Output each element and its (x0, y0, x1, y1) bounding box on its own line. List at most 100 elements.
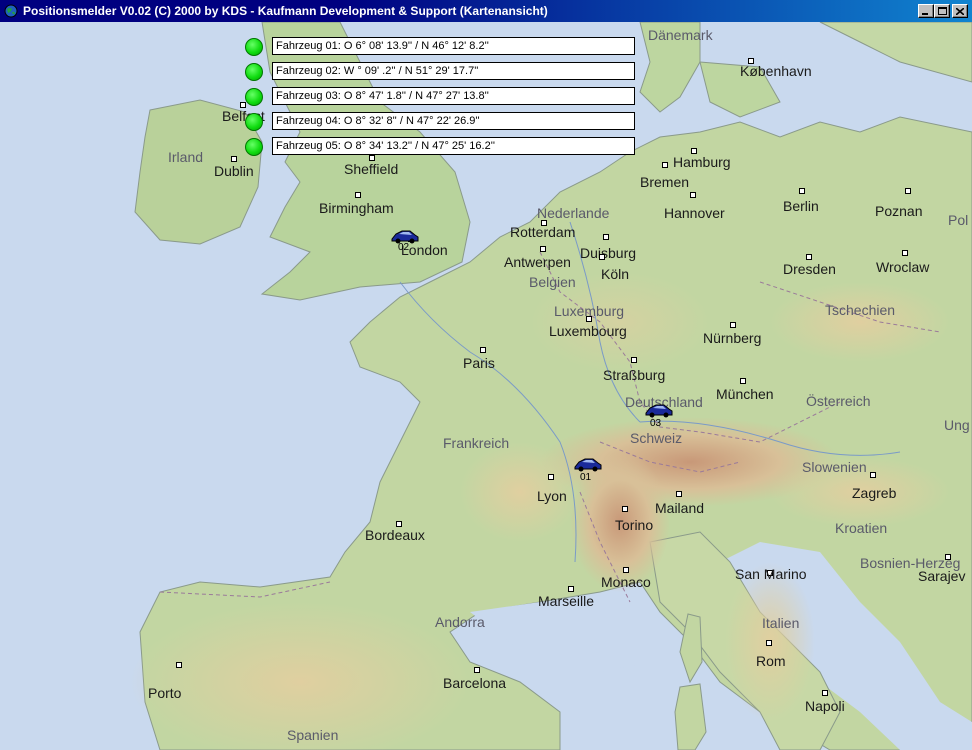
city-marker (806, 254, 812, 260)
city-label: Bordeaux (365, 527, 425, 543)
city-marker (822, 690, 828, 696)
city-marker (799, 188, 805, 194)
status-light-icon (245, 113, 263, 131)
city-label: Lyon (537, 488, 567, 504)
vehicle-position-field: Fahrzeug 04: O 8° 32' 8'' / N 47° 22' 26… (272, 112, 635, 130)
country-label: Irland (168, 149, 204, 165)
country-label: Kroatien (835, 520, 888, 536)
vehicle-position-field: Fahrzeug 05: O 8° 34' 13.2'' / N 47° 25'… (272, 137, 635, 155)
city-label: München (716, 386, 774, 402)
close-button[interactable] (952, 4, 968, 18)
city-marker (945, 554, 951, 560)
map-view[interactable]: Dänemark Irland Nederlande Belgien Luxem… (0, 22, 972, 750)
city-label: Sheffield (344, 161, 399, 177)
country-label: Frankreich (443, 435, 510, 451)
city-label: Mailand (655, 500, 705, 516)
city-marker (231, 156, 237, 162)
country-label: Belgien (529, 274, 576, 290)
city-label: København (740, 63, 812, 79)
city-marker (480, 347, 486, 353)
city-marker (905, 188, 911, 194)
vehicle-row-01[interactable]: Fahrzeug 01: O 6° 08' 13.9'' / N 46° 12'… (245, 37, 645, 57)
country-label: Slowenien (802, 459, 867, 475)
close-icon (956, 7, 964, 15)
title-bar[interactable]: Positionsmelder V0.02 (C) 2000 by KDS - … (0, 0, 972, 22)
city-marker (902, 250, 908, 256)
city-label: Birmingham (319, 200, 394, 216)
city-label: Rotterdam (510, 224, 576, 240)
city-marker (355, 192, 361, 198)
city-label: Straßburg (603, 367, 666, 383)
city-marker (662, 162, 668, 168)
city-label: Paris (463, 355, 495, 371)
city-label: Poznan (875, 203, 923, 219)
city-label: Antwerpen (504, 254, 571, 270)
city-label: San Marino (735, 566, 807, 582)
city-label: Köln (601, 266, 630, 282)
vehicle-row-04[interactable]: Fahrzeug 04: O 8° 32' 8'' / N 47° 22' 26… (245, 112, 645, 132)
city-label: Zagreb (852, 485, 897, 501)
city-label: Dresden (783, 261, 836, 277)
globe-icon (4, 4, 18, 18)
city-marker (631, 357, 637, 363)
country-label: Österreich (806, 393, 871, 409)
city-label: Hannover (664, 205, 725, 221)
status-light-icon (245, 63, 263, 81)
country-label: Ung (944, 417, 970, 433)
status-light-icon (245, 138, 263, 156)
minimize-button[interactable] (918, 4, 934, 18)
city-marker (474, 667, 480, 673)
maximize-button[interactable] (934, 4, 950, 18)
city-marker (176, 662, 182, 668)
vehicle-marker-number: 02 (398, 242, 410, 253)
city-marker (540, 246, 546, 252)
city-label: Napoli (805, 698, 845, 714)
city-label: Porto (148, 685, 182, 701)
city-label: Bremen (640, 174, 690, 190)
city-marker (548, 474, 554, 480)
city-label: Sarajev (918, 568, 966, 584)
city-marker (623, 567, 629, 573)
city-label: Wroclaw (876, 259, 930, 275)
city-marker (622, 506, 628, 512)
vehicle-position-field: Fahrzeug 02: W ° 09' .2'' / N 51° 29' 17… (272, 62, 635, 80)
city-marker (586, 316, 592, 322)
status-light-icon (245, 88, 263, 106)
vehicle-marker-number: 03 (650, 418, 662, 429)
vehicle-row-03[interactable]: Fahrzeug 03: O 8° 47' 1.8'' / N 47° 27' … (245, 87, 645, 107)
country-label: Spanien (287, 727, 339, 743)
status-light-icon (245, 38, 263, 56)
city-marker (870, 472, 876, 478)
country-label: Italien (762, 615, 800, 631)
city-label: Torino (615, 517, 654, 533)
vehicle-row-05[interactable]: Fahrzeug 05: O 8° 34' 13.2'' / N 47° 25'… (245, 137, 645, 157)
country-label: Dänemark (648, 27, 713, 43)
minimize-icon (922, 12, 928, 15)
window-title: Positionsmelder V0.02 (C) 2000 by KDS - … (23, 4, 548, 18)
city-marker (568, 586, 574, 592)
maximize-icon (937, 7, 947, 15)
city-label: Luxembourg (549, 323, 627, 339)
vehicle-marker-number: 01 (580, 472, 592, 483)
city-marker (766, 640, 772, 646)
vehicle-row-02[interactable]: Fahrzeug 02: W ° 09' .2'' / N 51° 29' 17… (245, 62, 645, 82)
city-label: Dublin (214, 163, 254, 179)
vehicle-position-field: Fahrzeug 01: O 6° 08' 13.9'' / N 46° 12'… (272, 37, 635, 55)
app-window: Positionsmelder V0.02 (C) 2000 by KDS - … (0, 0, 972, 750)
city-label: Rom (756, 653, 786, 669)
city-marker (690, 192, 696, 198)
vehicle-position-field: Fahrzeug 03: O 8° 47' 1.8'' / N 47° 27' … (272, 87, 635, 105)
country-label: Andorra (435, 614, 485, 630)
city-label: Duisburg (580, 245, 637, 261)
country-label: Schweiz (630, 430, 683, 446)
city-marker (676, 491, 682, 497)
city-label: Marseille (538, 593, 595, 609)
country-label: Tschechien (825, 302, 896, 318)
country-label: Pol (948, 212, 969, 228)
city-marker (740, 378, 746, 384)
city-label: Hamburg (673, 154, 731, 170)
city-marker (603, 234, 609, 240)
city-label: Barcelona (443, 675, 507, 691)
city-marker (730, 322, 736, 328)
country-label: Nederlande (537, 205, 610, 221)
